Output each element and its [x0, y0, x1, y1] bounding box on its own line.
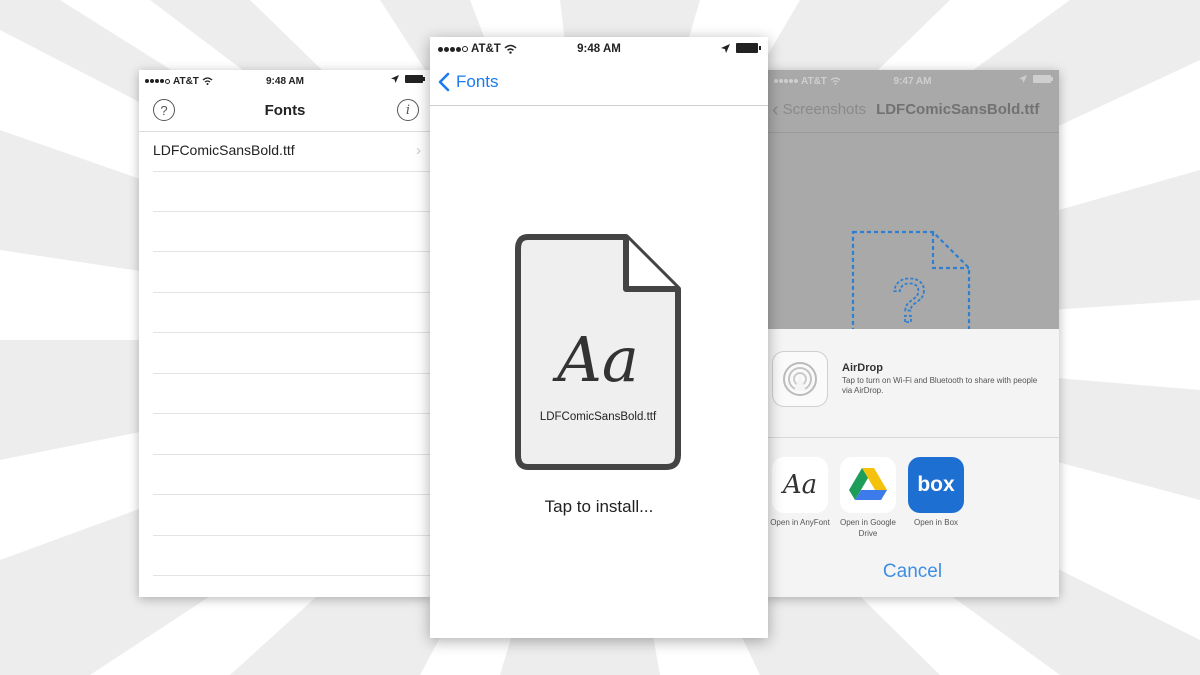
chevron-left-icon[interactable] [438, 72, 450, 92]
nav-divider [139, 131, 431, 132]
page-title: Fonts [264, 102, 306, 119]
page-title: LDFComicSansBold.ttf [876, 101, 1040, 118]
app-label: Open in Google Drive [839, 518, 897, 538]
battery-icon [405, 75, 425, 83]
status-bar: AT&T 9:47 AM [766, 74, 1059, 88]
install-prompt[interactable]: Tap to install... [430, 497, 768, 517]
app-label: Open in Box [913, 518, 959, 527]
list-separator [153, 332, 431, 333]
nav-bar: Fonts [438, 72, 499, 92]
chevron-left-icon[interactable]: ‹ [772, 100, 779, 120]
list-separator [153, 251, 431, 252]
google-drive-icon [840, 457, 896, 513]
list-separator [153, 211, 431, 212]
status-bar: AT&T 9:48 AM [430, 41, 768, 57]
back-button[interactable]: Screenshots [783, 101, 866, 118]
list-separator [153, 171, 431, 172]
font-file-row[interactable]: LDFComicSansBold.ttf [153, 142, 295, 158]
airdrop-icon [772, 351, 828, 407]
list-separator [153, 413, 431, 414]
nav-divider [766, 132, 1059, 133]
list-separator [153, 292, 431, 293]
status-time: 9:47 AM [893, 75, 932, 87]
question-mark-glyph: ? [892, 267, 926, 336]
document-file-name: LDFComicSansBold.ttf [539, 411, 657, 423]
open-in-google-drive-button[interactable]: Open in Google Drive [834, 457, 902, 539]
share-sheet: AirDrop Tap to turn on Wi-Fi and Bluetoo… [766, 329, 1059, 597]
status-time: 9:48 AM [266, 75, 304, 87]
status-time: 9:48 AM [577, 43, 621, 55]
share-apps-row: Aa Open in AnyFont Open in Google Drive … [766, 457, 1059, 539]
font-document-icon[interactable]: Aa LDFComicSansBold.ttf [514, 233, 682, 473]
app-label: Open in AnyFont [770, 518, 830, 527]
center-phone-screen: AT&T 9:48 AM Fonts Aa LDFComicSansBold.t… [430, 37, 768, 638]
battery-icon [1033, 75, 1053, 83]
box-icon: box [908, 457, 964, 513]
nav-bar: ‹ Screenshots LDFComicSansBold.ttf [772, 100, 1040, 120]
nav-divider [430, 105, 768, 106]
list-separator [153, 454, 431, 455]
back-button[interactable]: Fonts [456, 72, 499, 92]
info-button[interactable]: i [397, 99, 419, 121]
anyfont-icon: Aa [772, 457, 828, 513]
cancel-button[interactable]: Cancel [766, 561, 1059, 583]
right-phone-screen: AT&T 9:47 AM ‹ Screenshots LDFComicSansB… [766, 70, 1059, 597]
airdrop-row[interactable]: AirDrop Tap to turn on Wi-Fi and Bluetoo… [766, 329, 1059, 438]
location-arrow-icon [721, 43, 730, 53]
left-phone-screen: AT&T 9:48 AM ? Fonts i LDFComicSansBold.… [139, 70, 431, 597]
list-separator [153, 575, 431, 576]
list-separator [153, 373, 431, 374]
status-bar: AT&T 9:48 AM [139, 74, 431, 88]
font-preview-glyph: Aa [557, 323, 639, 396]
battery-icon [736, 43, 761, 53]
list-separator [153, 494, 431, 495]
open-in-anyfont-button[interactable]: Aa Open in AnyFont [766, 457, 834, 539]
list-separator [153, 535, 431, 536]
airdrop-description: Tap to turn on Wi-Fi and Bluetooth to sh… [842, 376, 1038, 395]
info-icon: i [405, 102, 411, 118]
airdrop-title: AirDrop [842, 362, 883, 374]
location-arrow-icon [391, 75, 399, 83]
location-arrow-icon [1019, 75, 1027, 83]
open-in-box-button[interactable]: box Open in Box [902, 457, 970, 539]
chevron-right-icon: › [416, 142, 421, 159]
